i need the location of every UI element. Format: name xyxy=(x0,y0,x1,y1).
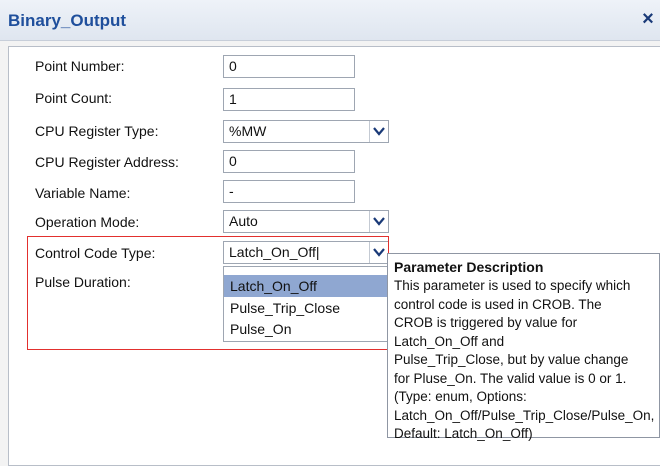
operation-mode-label: Operation Mode: xyxy=(35,214,140,230)
cpu-register-type-value: %MW xyxy=(229,123,267,139)
variable-name-input[interactable]: - xyxy=(223,180,355,203)
variable-name-value: - xyxy=(229,183,234,199)
cpu-register-type-select[interactable]: %MW xyxy=(223,120,389,143)
dialog-titlebar: Binary_Output × xyxy=(0,0,660,41)
dropdown-option-latch-on-off[interactable]: Latch_On_Off xyxy=(224,275,387,297)
cpu-register-type-dropdown-button[interactable] xyxy=(369,121,388,142)
point-count-input[interactable]: 1 xyxy=(223,88,355,111)
parameter-description-tooltip: Parameter Description This parameter is … xyxy=(387,253,660,441)
operation-mode-dropdown-button[interactable] xyxy=(369,211,388,232)
point-count-label: Point Count: xyxy=(35,90,113,106)
tooltip-body: This parameter is used to specify which … xyxy=(394,278,655,441)
cpu-register-address-label: CPU Register Address: xyxy=(35,154,179,170)
cpu-register-type-label: CPU Register Type: xyxy=(35,123,159,139)
tooltip-title: Parameter Description xyxy=(394,259,544,275)
point-number-value: 0 xyxy=(229,58,237,74)
cpu-register-address-input[interactable]: 0 xyxy=(223,150,355,173)
point-number-label: Point Number: xyxy=(35,58,125,74)
chevron-down-icon xyxy=(373,127,385,136)
dialog-title: Binary_Output xyxy=(8,11,127,30)
dropdown-option-pulse-on[interactable]: Pulse_On xyxy=(224,318,387,340)
point-count-value: 1 xyxy=(229,91,237,107)
cpu-register-address-value: 0 xyxy=(229,153,237,169)
operation-mode-value: Auto xyxy=(229,213,258,229)
close-icon[interactable]: × xyxy=(638,8,658,30)
operation-mode-select[interactable]: Auto xyxy=(223,210,389,233)
variable-name-label: Variable Name: xyxy=(35,185,131,201)
dropdown-option-pulse-trip-close[interactable]: Pulse_Trip_Close xyxy=(224,297,387,319)
point-number-input[interactable]: 0 xyxy=(223,55,355,78)
control-code-type-dropdown-list: Latch_On_Off Pulse_Trip_Close Pulse_On xyxy=(223,266,388,342)
chevron-down-icon xyxy=(373,217,385,226)
